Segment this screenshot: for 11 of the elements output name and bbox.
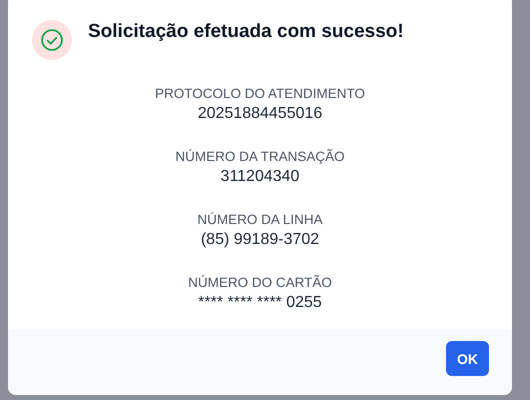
field-label: NÚMERO DA LINHA [197, 211, 323, 229]
field-label: NÚMERO DO CARTÃO [188, 274, 332, 292]
field-value: 311204340 [220, 167, 300, 187]
dialog-title: Solicitação efetuada com sucesso! [88, 20, 404, 44]
check-circle-icon [41, 29, 63, 51]
field-value: 20251884455016 [198, 104, 322, 124]
field-value: (85) 99189-3702 [200, 230, 320, 250]
field-label: NÚMERO DA TRANSAÇÃO [175, 148, 345, 166]
field-value: **** **** **** 0255 [198, 293, 322, 313]
field-label: PROTOCOLO DO ATENDIMENTO [154, 85, 366, 103]
ok-button[interactable]: OK [446, 341, 489, 376]
